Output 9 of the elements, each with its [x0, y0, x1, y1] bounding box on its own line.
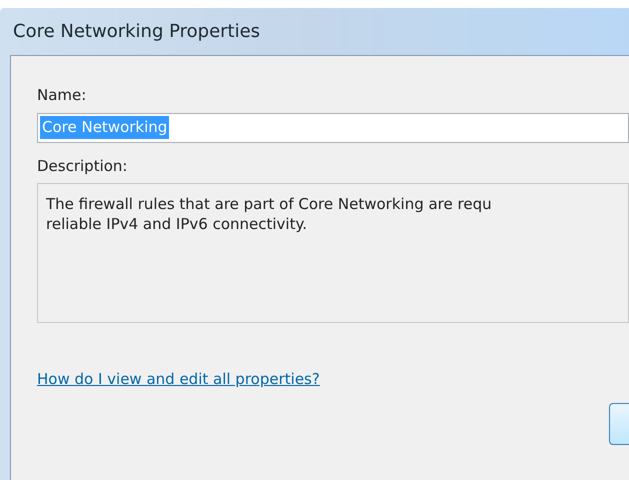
name-value: Core Networking	[40, 116, 170, 139]
help-link[interactable]: How do I view and edit all properties?	[37, 368, 320, 390]
window-title: Core Networking Properties	[13, 20, 260, 44]
button[interactable]	[609, 402, 629, 444]
description-text: The firewall rules that are part of Core Networking are requ reliable IPv4 and IPv6 connectivity.	[46, 194, 493, 234]
name-field[interactable]: Core Networking	[37, 112, 629, 142]
description-field[interactable]: The firewall rules that are part of Core Networking are requ reliable IPv4 and IPv6 connectivity.	[37, 183, 629, 323]
name-label: Name:	[37, 85, 88, 106]
description-label: Description:	[37, 156, 128, 176]
